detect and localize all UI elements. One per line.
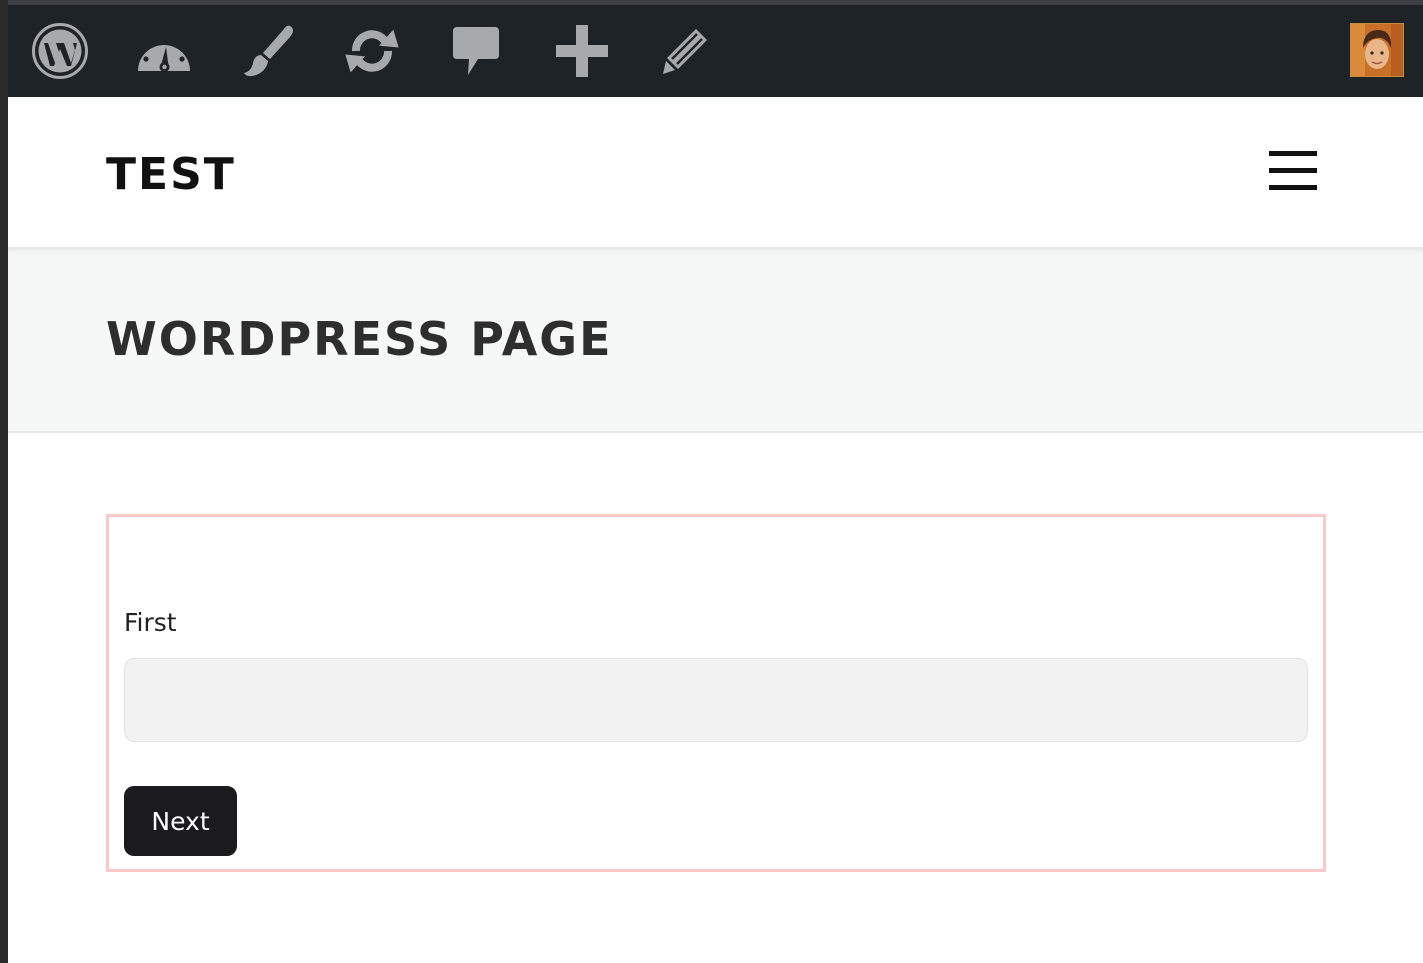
page-header: WORDPRESS PAGE <box>8 248 1423 433</box>
new-content-icon[interactable] <box>550 19 614 83</box>
updates-icon[interactable] <box>340 19 404 83</box>
admin-bar <box>8 5 1423 97</box>
form-container: First Next <box>106 514 1326 872</box>
user-avatar[interactable] <box>1350 23 1404 77</box>
hamburger-bar-icon <box>1269 151 1317 156</box>
hamburger-bar-icon <box>1269 185 1317 190</box>
site-title[interactable]: TEST <box>106 149 236 200</box>
browser-viewport: TEST WORDPRESS PAGE First Next <box>8 0 1423 963</box>
hamburger-bar-icon <box>1269 168 1317 173</box>
wordpress-logo-icon[interactable] <box>28 19 92 83</box>
first-input[interactable] <box>124 658 1308 742</box>
next-button[interactable]: Next <box>124 786 237 856</box>
page-title: WORDPRESS PAGE <box>106 312 613 366</box>
first-field-label: First <box>124 608 177 637</box>
dashboard-icon[interactable] <box>132 19 196 83</box>
comments-icon[interactable] <box>444 19 508 83</box>
edit-icon[interactable] <box>653 19 717 83</box>
menu-toggle-button[interactable] <box>1269 151 1317 191</box>
customize-brush-icon[interactable] <box>236 19 300 83</box>
site-header: TEST <box>8 97 1423 248</box>
